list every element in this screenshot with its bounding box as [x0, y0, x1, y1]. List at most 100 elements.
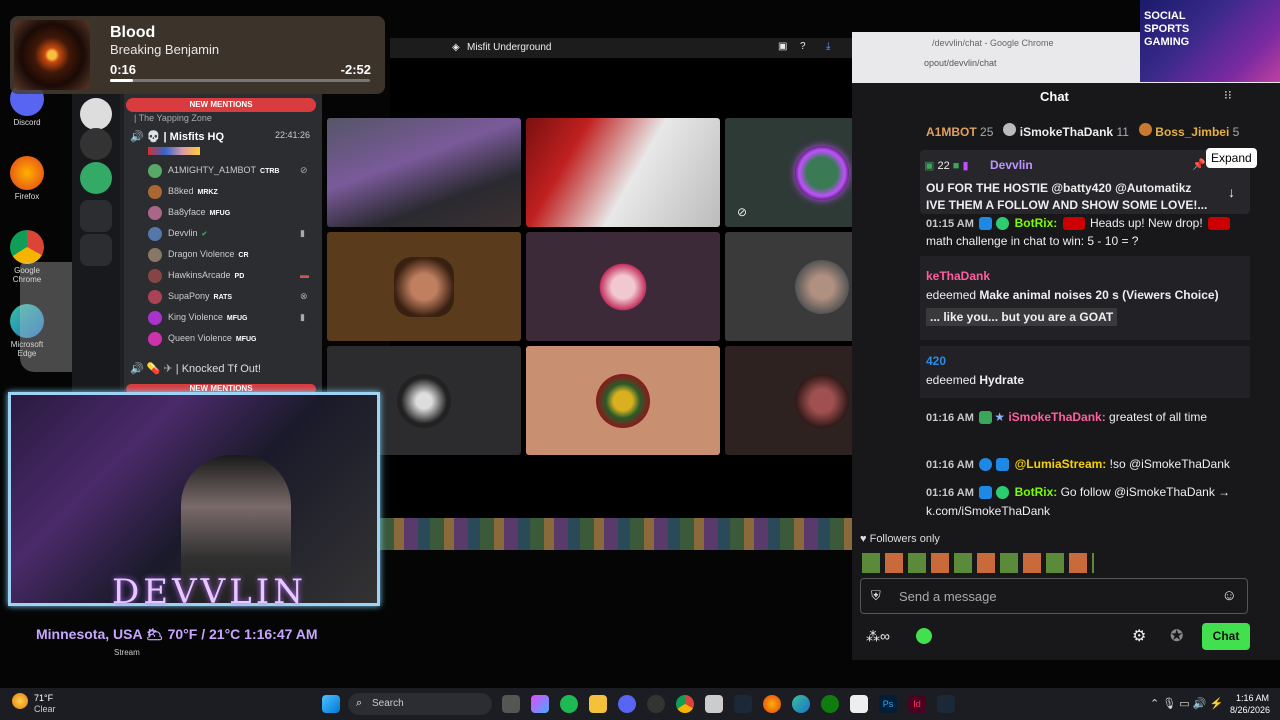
chevron-down-icon[interactable]: ↓	[1228, 184, 1235, 200]
chat-username[interactable]: 420	[926, 354, 946, 368]
video-tile[interactable]	[526, 232, 720, 341]
taskbar-weather-temp[interactable]: 71°F	[34, 693, 53, 703]
new-mentions-banner[interactable]: NEW MENTIONS	[126, 98, 316, 112]
redemption-quote: ... like you... but you are a GOAT	[926, 308, 1118, 326]
voice-channel[interactable]: 🔊 💀 | Misfits HQ 22:41:26	[130, 130, 310, 143]
voice-user[interactable]: Devvlin ✔ ▮	[148, 225, 305, 241]
windows-start-icon[interactable]	[322, 695, 340, 713]
help-icon[interactable]: ?	[800, 41, 806, 52]
github-icon[interactable]	[647, 695, 665, 713]
download-icon[interactable]: ⤓	[826, 41, 830, 52]
voice-user[interactable]: HawkinsArcade PD ▬	[148, 267, 309, 283]
taskbar-date[interactable]: 8/26/2026	[1230, 705, 1270, 715]
voice-user[interactable]: Queen Violence MFUG	[148, 330, 257, 346]
xbox-icon[interactable]	[821, 695, 839, 713]
media-overlay: Blood Breaking Benjamin 0:16 -2:52	[10, 16, 385, 94]
copilot-icon[interactable]	[531, 695, 549, 713]
desktop-icon-firefox[interactable]: Firefox	[4, 156, 50, 201]
avatar	[148, 268, 162, 283]
avatar	[795, 373, 849, 428]
avatar	[596, 259, 650, 314]
timestamp: 01:16 AM	[926, 459, 974, 471]
user-tag: MFUG	[209, 210, 231, 217]
kick-icon[interactable]	[916, 628, 932, 644]
tray-icons[interactable]: ⌃ 🎙 ▭ 🔊 ⚡	[1150, 697, 1223, 710]
reward-name: Hydrate	[979, 373, 1025, 387]
channel-name: 💀 | Misfits HQ	[146, 131, 225, 143]
category-name[interactable]: | The Yapping Zone	[134, 113, 212, 123]
avatar	[148, 310, 162, 325]
pinned-message[interactable]: ▣ 22 ■ ▮ Devvlin 📌 OU FOR THE HOSTIE @ba…	[920, 150, 1250, 214]
emoji-icon[interactable]: ☺	[1222, 587, 1237, 604]
file-explorer-icon[interactable]	[589, 695, 607, 713]
firefox-icon[interactable]	[763, 695, 781, 713]
reward-name: Make animal noises 20 s (Viewers Choice)	[979, 288, 1219, 302]
channel-name: | Knocked Tf Out!	[175, 363, 261, 375]
chat-send-button[interactable]: Chat	[1202, 623, 1250, 650]
voice-user[interactable]: SupaPony RATS ⊗	[148, 288, 308, 304]
taskview-icon[interactable]	[502, 695, 520, 713]
leader-name: Boss_Jimbei	[1155, 125, 1230, 139]
verified-icon: ✔	[201, 231, 208, 238]
track-progress[interactable]	[110, 79, 370, 82]
mute-icon: ⊘	[300, 165, 308, 175]
leader-name: A1MBOT	[926, 125, 977, 139]
badge-settings-icon[interactable]: ✪	[1170, 626, 1183, 646]
discord-icon[interactable]	[618, 695, 636, 713]
photoshop-icon[interactable]: Ps	[879, 695, 897, 713]
points-icon[interactable]: ⁂∞	[866, 628, 890, 645]
app-icon[interactable]	[705, 695, 723, 713]
edge-icon[interactable]	[792, 695, 810, 713]
indesign-icon[interactable]: Id	[908, 695, 926, 713]
streamer-name: DEVVLIN	[112, 572, 307, 612]
users-icon[interactable]: ⁝⁝	[1224, 88, 1232, 102]
gear-icon[interactable]: ⚙	[1132, 626, 1146, 646]
user-tag: CR	[238, 252, 249, 259]
flags-row	[148, 147, 200, 155]
leader-value: 11	[1116, 125, 1129, 139]
chat-link[interactable]: k.com/iSmokeThaDank	[926, 504, 1050, 518]
chat-username[interactable]: @LumiaStream:	[1015, 457, 1107, 471]
steam-icon[interactable]	[937, 695, 955, 713]
voice-user[interactable]: King Violence MFUG ▮	[148, 309, 305, 325]
spotify-icon[interactable]	[560, 695, 578, 713]
video-tile[interactable]	[526, 118, 720, 227]
server-icon-1[interactable]	[80, 128, 112, 160]
chat-username[interactable]: keThaDank	[926, 269, 990, 283]
video-tile[interactable]	[327, 232, 521, 341]
rank-badge	[1003, 123, 1017, 136]
url-bar[interactable]: opout/devvlin/chat	[924, 58, 997, 68]
username: King Violence	[168, 312, 223, 322]
voice-user[interactable]: Dragon Violence CR	[148, 246, 249, 262]
chat-input[interactable]: ⛨ Send a message ☺	[860, 578, 1248, 614]
browser-title: /devvlin/chat - Google Chrome	[932, 38, 1054, 48]
emote-row[interactable]	[862, 553, 1094, 573]
voice-user[interactable]: B8ked MRKZ	[148, 183, 218, 199]
chat-username[interactable]: BotRix:	[1015, 216, 1058, 230]
weather-clock: Minnesota, USA 🌥 70°F / 21°C 1:16:47 AM	[36, 626, 318, 642]
voice-user[interactable]: A1MIGHTY_A1MBOT CTRB ⊘	[148, 162, 308, 178]
taskbar-search[interactable]: ⌕ Search	[348, 693, 492, 715]
user-tag: RATS	[213, 294, 233, 301]
verified-icon	[996, 217, 1010, 231]
camera-icon: ▮	[300, 312, 305, 322]
leader-name: iSmokeThaDank	[1019, 125, 1114, 139]
avatar	[148, 163, 162, 178]
video-tile[interactable]	[327, 118, 521, 227]
app-icon[interactable]	[850, 695, 868, 713]
star-icon: ★	[994, 410, 1005, 424]
server-icon-folder[interactable]	[80, 200, 112, 232]
desktop-icon-label: Firefox	[14, 192, 40, 201]
chat-username[interactable]: iSmokeThaDank:	[1008, 410, 1105, 424]
taskbar-time[interactable]: 1:16 AM	[1236, 693, 1269, 703]
server-icon-home[interactable]	[80, 98, 112, 130]
chat-username[interactable]: BotRix:	[1015, 485, 1058, 499]
voice-user[interactable]: Ba8yface MFUG	[148, 204, 230, 220]
chrome-icon[interactable]	[676, 695, 694, 713]
voice-channel-2[interactable]: 🔊 💊 ✈ | Knocked Tf Out!	[130, 362, 261, 375]
pip-icon[interactable]: ▣	[778, 41, 787, 52]
video-tile[interactable]	[526, 346, 720, 455]
server-icon-2[interactable]	[80, 162, 112, 194]
server-icon-3[interactable]	[80, 234, 112, 266]
steam-icon[interactable]	[734, 695, 752, 713]
